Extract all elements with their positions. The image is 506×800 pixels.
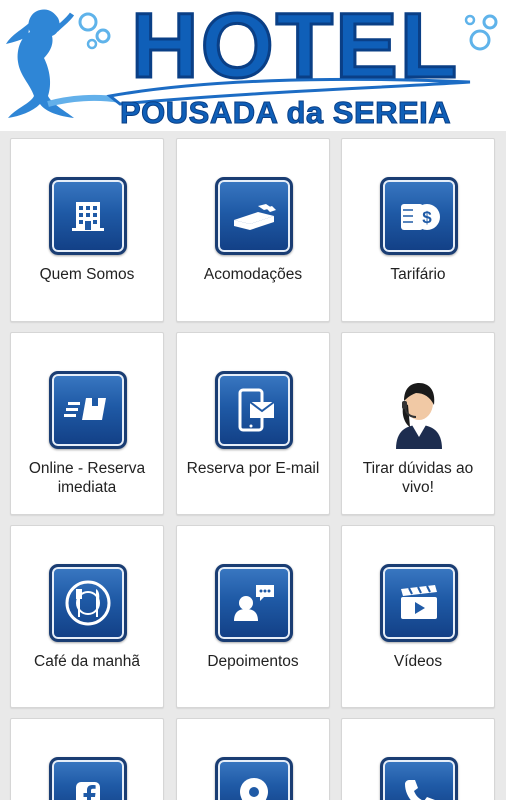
menu-tile-acomodacoes[interactable]: Acomodações xyxy=(176,138,330,322)
testimonial-icon xyxy=(215,564,293,642)
tile-label: Quem Somos xyxy=(39,266,135,283)
menu-tile-reserva-online[interactable]: Online - Reserva imediata xyxy=(10,332,164,515)
menu-tile-depoimentos[interactable]: Depoimentos xyxy=(176,525,330,708)
logo-subtitle: POUSADA da SEREIA xyxy=(120,95,452,130)
phone-icon xyxy=(380,757,458,800)
location-pin-icon xyxy=(215,757,293,800)
menu-tile-reserva-email[interactable]: Reserva por E-mail xyxy=(176,332,330,515)
money-icon: $ xyxy=(380,177,458,255)
logo-title: HOTEL xyxy=(129,0,460,97)
building-icon xyxy=(49,177,127,255)
tile-label: Online - Reserva imediata xyxy=(28,460,146,496)
menu-tile-telefone[interactable] xyxy=(341,718,495,800)
menu-tile-localizacao[interactable] xyxy=(176,718,330,800)
menu-tile-facebook[interactable] xyxy=(10,718,164,800)
tile-label: Vídeos xyxy=(393,653,443,670)
support-agent-icon xyxy=(396,383,442,449)
phone-mail-icon xyxy=(215,371,293,449)
video-icon xyxy=(380,564,458,642)
menu-tile-cafe-da-manha[interactable]: Café da manhã xyxy=(10,525,164,708)
svg-text:$: $ xyxy=(422,208,432,227)
app-header: HOTEL POUSADA da SEREIA xyxy=(0,0,506,131)
menu-tile-quem-somos[interactable]: Quem Somos xyxy=(10,138,164,322)
menu-tile-duvidas-ao-vivo[interactable]: Tirar dúvidas ao vivo! xyxy=(341,332,495,515)
tile-label: Depoimentos xyxy=(207,653,299,670)
tile-label: Acomodações xyxy=(203,266,303,283)
tile-label: Café da manhã xyxy=(34,653,140,670)
fast-delivery-icon xyxy=(49,371,127,449)
menu-tile-tarifario[interactable]: $ Tarifário xyxy=(341,138,495,322)
facebook-icon xyxy=(49,757,127,800)
tile-label: Tirar dúvidas ao vivo! xyxy=(362,460,474,496)
bed-icon xyxy=(215,177,293,255)
tile-label: Reserva por E-mail xyxy=(186,460,320,477)
plate-cutlery-icon xyxy=(49,564,127,642)
menu-tile-videos[interactable]: Vídeos xyxy=(341,525,495,708)
tile-label: Tarifário xyxy=(390,266,446,283)
